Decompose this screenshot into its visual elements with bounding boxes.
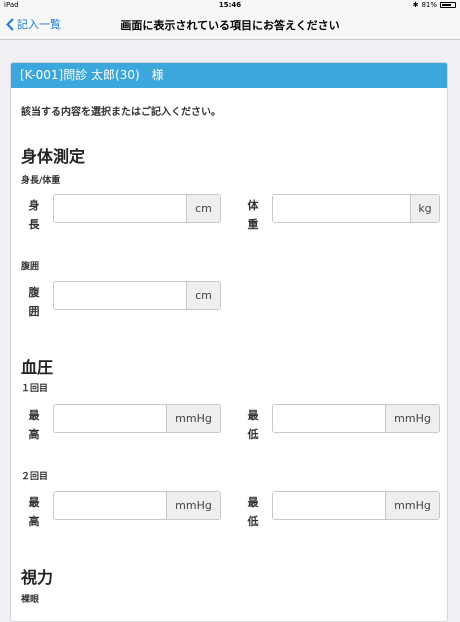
waist-field-label: 腹 囲 [27,283,41,321]
bp1-min-unit: mmHg [385,405,439,432]
bp2-max-input[interactable] [54,492,166,519]
bp1-max-label: 最 高 [27,406,41,444]
height-label-top: 身 [28,199,40,212]
bp2-max-label-bottom: 高 [28,515,40,528]
waist-label-top: 腹 [28,286,40,299]
chevron-left-icon [6,17,14,31]
battery-percent: 81% [421,1,437,9]
weight-label-top: 体 [247,199,259,212]
bp1-max-input[interactable] [54,405,166,432]
naked-eye-label: 裸眼 [21,595,40,605]
bp2-min-unit: mmHg [385,492,439,519]
bp2-min-label-bottom: 低 [247,515,259,528]
patient-header: [K-001]問診 太郎(30) 様 [11,63,447,88]
bp2-max-label-top: 最 [28,496,40,509]
bp1-max-label-top: 最 [28,409,40,422]
status-bar: iPad 15:46 ✱ 81% [0,0,460,10]
weight-label-bottom: 重 [247,218,259,231]
battery-icon [440,2,456,8]
height-input[interactable] [54,195,186,222]
bp1-min-label: 最 低 [246,406,260,444]
bp2-max-label: 最 高 [27,493,41,531]
waist-label: 腹囲 [21,262,40,272]
bluetooth-icon: ✱ [412,1,419,9]
bp-first-label: １回目 [21,384,49,394]
waist-field: cm [53,281,221,310]
questionnaire-panel: [K-001]問診 太郎(30) 様 該当する内容を選択またはご記入ください。 … [10,62,448,622]
page-title: 画面に表示されている項目にお答えください [120,19,340,32]
height-label: 身 長 [27,196,41,234]
section-title-vision: 視力 [21,568,54,587]
bp1-max-label-bottom: 高 [28,428,40,441]
section-title-body-measurement: 身体測定 [21,147,86,166]
navigation-bar: 記入一覧 画面に表示されている項目にお答えください [0,10,460,40]
bp1-min-input[interactable] [273,405,385,432]
section-title-blood-pressure: 血圧 [21,358,54,377]
instruction-text: 該当する内容を選択またはご記入ください。 [21,107,221,118]
weight-unit: kg [410,195,439,222]
waist-unit: cm [186,282,220,309]
bp1-max-unit: mmHg [166,405,220,432]
weight-input[interactable] [273,195,410,222]
status-right: ✱ 81% [413,0,456,10]
height-unit: cm [186,195,220,222]
bp2-max-unit: mmHg [166,492,220,519]
height-label-bottom: 長 [28,218,40,231]
bp1-min-field: mmHg [272,404,440,433]
bp1-min-label-top: 最 [247,409,259,422]
bp1-min-label-bottom: 低 [247,428,259,441]
bp2-max-field: mmHg [53,491,221,520]
weight-field: kg [272,194,440,223]
bp1-max-field: mmHg [53,404,221,433]
waist-label-bottom: 囲 [28,305,40,318]
battery-fill [442,4,452,6]
bp2-min-label: 最 低 [246,493,260,531]
bp-second-label: ２回目 [21,472,49,482]
weight-label: 体 重 [246,196,260,234]
bp2-min-input[interactable] [273,492,385,519]
back-button-label: 記入一覧 [17,18,61,31]
height-field: cm [53,194,221,223]
back-button[interactable]: 記入一覧 [6,16,61,32]
bp2-min-field: mmHg [272,491,440,520]
bp2-min-label-top: 最 [247,496,259,509]
waist-input[interactable] [54,282,186,309]
status-time: 15:46 [218,1,242,9]
height-weight-label: 身長/体重 [21,176,61,186]
